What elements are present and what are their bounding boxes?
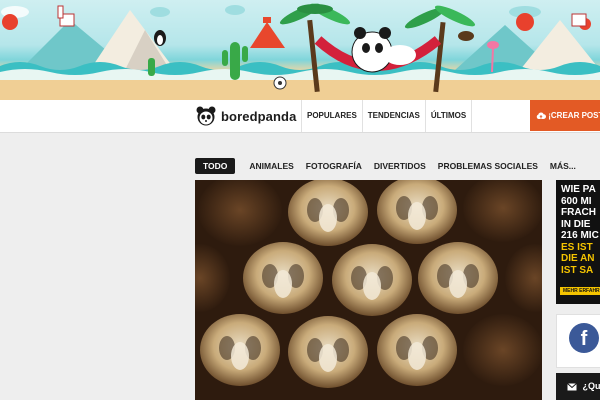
nav-ultimos[interactable]: ÚLTIMOS — [424, 100, 473, 132]
tab-fotografia[interactable]: FOTOGRAFÍA — [306, 161, 362, 171]
ad-line: IN DIE — [561, 218, 591, 230]
newsletter-label: ¿Qu — [582, 381, 600, 391]
ad-line: 600 MI — [561, 195, 592, 207]
ad-line: IST SA — [561, 264, 594, 276]
newsletter-widget[interactable]: ¿Qu — [556, 373, 600, 400]
site-logo[interactable]: boredpanda — [196, 104, 296, 128]
create-post-button[interactable]: ¡CREAR POST — [530, 100, 600, 131]
ad-line: 216 MIC — [561, 230, 599, 241]
top-navigation-bar: boredpanda POPULARES TENDENCIAS ÚLTIMOS — [0, 100, 600, 133]
facebook-widget: f — [556, 314, 600, 368]
tab-problemas-sociales[interactable]: PROBLEMAS SOCIALES — [438, 161, 538, 171]
tab-animales[interactable]: ANIMALES — [249, 161, 293, 171]
ad-line: FRACH — [561, 207, 596, 218]
panda-icon — [196, 106, 216, 126]
ad-line: DIE AN — [561, 253, 595, 264]
nav-populares[interactable]: POPULARES — [301, 100, 362, 132]
tab-todo[interactable]: TODO — [195, 158, 236, 174]
category-tabs: TODO ANIMALES FOTOGRAFÍA DIVERTIDOS PROB… — [195, 158, 588, 174]
ad-more-button[interactable]: MEHR ERFAHR — [560, 287, 600, 295]
beach-scene-illustration — [0, 3, 600, 100]
ad-line: WIE PA — [561, 184, 596, 195]
featured-post-image[interactable] — [195, 180, 542, 400]
logo-text: boredpanda — [221, 108, 297, 124]
sidebar-ad[interactable]: WIE PA 600 MI FRACH IN DIE 216 MIC ES IS… — [556, 180, 600, 304]
header-illustration-banner — [0, 0, 600, 100]
main-nav: POPULARES TENDENCIAS ÚLTIMOS — [301, 100, 473, 132]
tab-mas[interactable]: MÁS... — [550, 161, 576, 171]
bee-larvae-honeycomb-photo — [195, 180, 542, 400]
mail-icon — [567, 382, 577, 391]
cloud-upload-icon — [536, 112, 546, 119]
nav-tendencias[interactable]: TENDENCIAS — [361, 100, 425, 132]
tab-divertidos[interactable]: DIVERTIDOS — [374, 161, 426, 171]
facebook-icon[interactable]: f — [569, 323, 599, 353]
create-post-label: ¡CREAR POST — [548, 111, 600, 120]
ad-line: ES IST — [561, 241, 593, 253]
